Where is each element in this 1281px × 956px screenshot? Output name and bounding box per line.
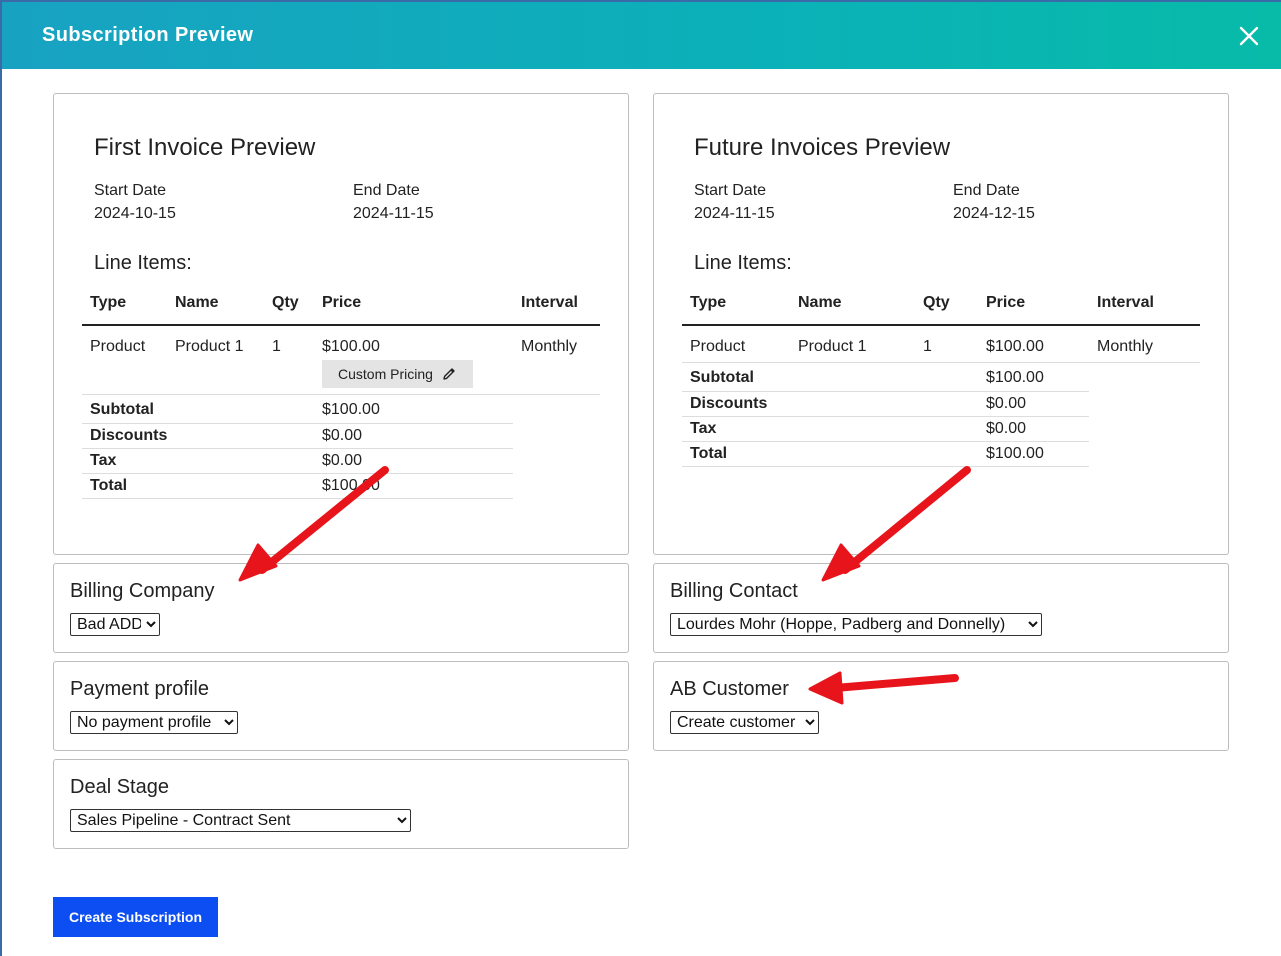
table-row: Product Product 1 1 $100.00 Custom Prici… (82, 325, 600, 395)
col-price: Price (978, 290, 1089, 326)
billing-contact-select[interactable]: Lourdes Mohr (Hoppe, Padberg and Donnell… (670, 613, 1042, 636)
tax-label: Tax (82, 448, 314, 474)
totals-row: Discounts $0.00 (682, 391, 1089, 417)
totals-row: Discounts $0.00 (82, 423, 513, 449)
discounts-value: $0.00 (314, 423, 513, 449)
ab-customer-card: AB Customer Create customer (653, 661, 1229, 751)
line-items-title: Line Items: (94, 252, 192, 274)
cell-interval: Monthly (1097, 338, 1154, 355)
totals-row: Tax $0.00 (682, 416, 1089, 442)
col-price: Price (314, 290, 513, 326)
cell-qty: 1 (272, 338, 281, 355)
modal-title: Subscription Preview (42, 24, 254, 46)
discounts-label: Discounts (82, 423, 314, 449)
col-qty: Qty (915, 290, 978, 326)
col-interval: Interval (513, 290, 600, 326)
col-name: Name (790, 290, 915, 326)
first-invoice-title: First Invoice Preview (94, 134, 316, 161)
totals-row: Subtotal $100.00 (682, 366, 1089, 392)
cell-name: Product 1 (798, 338, 867, 355)
close-icon[interactable] (1237, 24, 1261, 48)
subtotal-label: Subtotal (682, 366, 978, 392)
tax-value: $0.00 (314, 448, 513, 474)
col-name: Name (167, 290, 264, 326)
totals-row: Total $100.00 (682, 441, 1089, 467)
ab-customer-label: AB Customer (670, 678, 789, 700)
start-date-value: 2024-11-15 (694, 205, 775, 222)
billing-company-card: Billing Company Bad ADD (53, 563, 629, 653)
total-label: Total (682, 441, 978, 467)
billing-company-select[interactable]: Bad ADD (70, 613, 160, 636)
subtotal-value: $100.00 (314, 398, 513, 424)
end-date-label: End Date (353, 182, 420, 199)
deal-stage-card: Deal Stage Sales Pipeline - Contract Sen… (53, 759, 629, 849)
deal-stage-select[interactable]: Sales Pipeline - Contract Sent (70, 809, 411, 832)
start-date-label: Start Date (694, 182, 767, 199)
create-subscription-button[interactable]: Create Subscription (53, 897, 218, 937)
billing-company-label: Billing Company (70, 580, 215, 602)
total-value: $100.00 (314, 473, 513, 499)
cell-type: Product (90, 338, 146, 355)
cell-name: Product 1 (175, 338, 244, 355)
tax-value: $0.00 (978, 416, 1089, 442)
table-row: Product Product 1 1 $100.00 Monthly (682, 325, 1200, 363)
payment-profile-select[interactable]: No payment profile (70, 711, 238, 734)
end-date-label: End Date (953, 182, 1020, 199)
deal-stage-label: Deal Stage (70, 776, 169, 798)
billing-contact-label: Billing Contact (670, 580, 798, 602)
cell-interval: Monthly (521, 338, 578, 355)
totals-row: Tax $0.00 (82, 448, 513, 474)
custom-pricing-label: Custom Pricing (338, 366, 433, 382)
totals-row: Subtotal $100.00 (82, 398, 513, 424)
ab-customer-select[interactable]: Create customer (670, 711, 819, 734)
col-qty: Qty (264, 290, 314, 326)
future-invoices-title: Future Invoices Preview (694, 134, 951, 161)
tax-label: Tax (682, 416, 978, 442)
totals-table: Subtotal $100.00 Discounts $0.00 Tax $0.00 … (682, 366, 1089, 467)
payment-profile-card: Payment profile No payment profile (53, 661, 629, 751)
end-date-value: 2024-11-15 (353, 205, 434, 222)
cell-price: $100.00 Custom Pricing (314, 325, 513, 395)
payment-profile-label: Payment profile (70, 678, 209, 700)
totals-table: Subtotal $100.00 Discounts $0.00 Tax $0.00 … (82, 398, 513, 499)
total-value: $100.00 (978, 441, 1089, 467)
line-items-title: Line Items: (694, 252, 792, 274)
line-items-table: Type Name Qty Price Interval Product Pro… (682, 290, 1200, 363)
cell-type: Product (690, 338, 746, 355)
col-type: Type (682, 290, 790, 326)
discounts-value: $0.00 (978, 391, 1089, 417)
start-date-label: Start Date (94, 182, 167, 199)
custom-pricing-button[interactable]: Custom Pricing (322, 360, 473, 388)
modal-header: Subscription Preview (0, 0, 1281, 69)
cell-qty: 1 (923, 338, 932, 355)
col-type: Type (82, 290, 167, 326)
line-items-table: Type Name Qty Price Interval Product Pro… (82, 290, 600, 395)
col-interval: Interval (1089, 290, 1200, 326)
subtotal-label: Subtotal (82, 398, 314, 424)
start-date-value: 2024-10-15 (94, 205, 176, 222)
first-invoice-card: First Invoice Preview Start Date 2024-10… (53, 93, 629, 555)
pencil-icon (443, 368, 455, 380)
end-date-value: 2024-12-15 (953, 205, 1035, 222)
modal-border (0, 69, 2, 956)
subtotal-value: $100.00 (978, 366, 1089, 392)
cell-price: $100.00 (986, 338, 1044, 355)
future-invoices-card: Future Invoices Preview Start Date 2024-… (653, 93, 1229, 555)
billing-contact-card: Billing Contact Lourdes Mohr (Hoppe, Pad… (653, 563, 1229, 653)
price-value: $100.00 (322, 338, 380, 355)
discounts-label: Discounts (682, 391, 978, 417)
totals-row: Total $100.00 (82, 473, 513, 499)
total-label: Total (82, 473, 314, 499)
